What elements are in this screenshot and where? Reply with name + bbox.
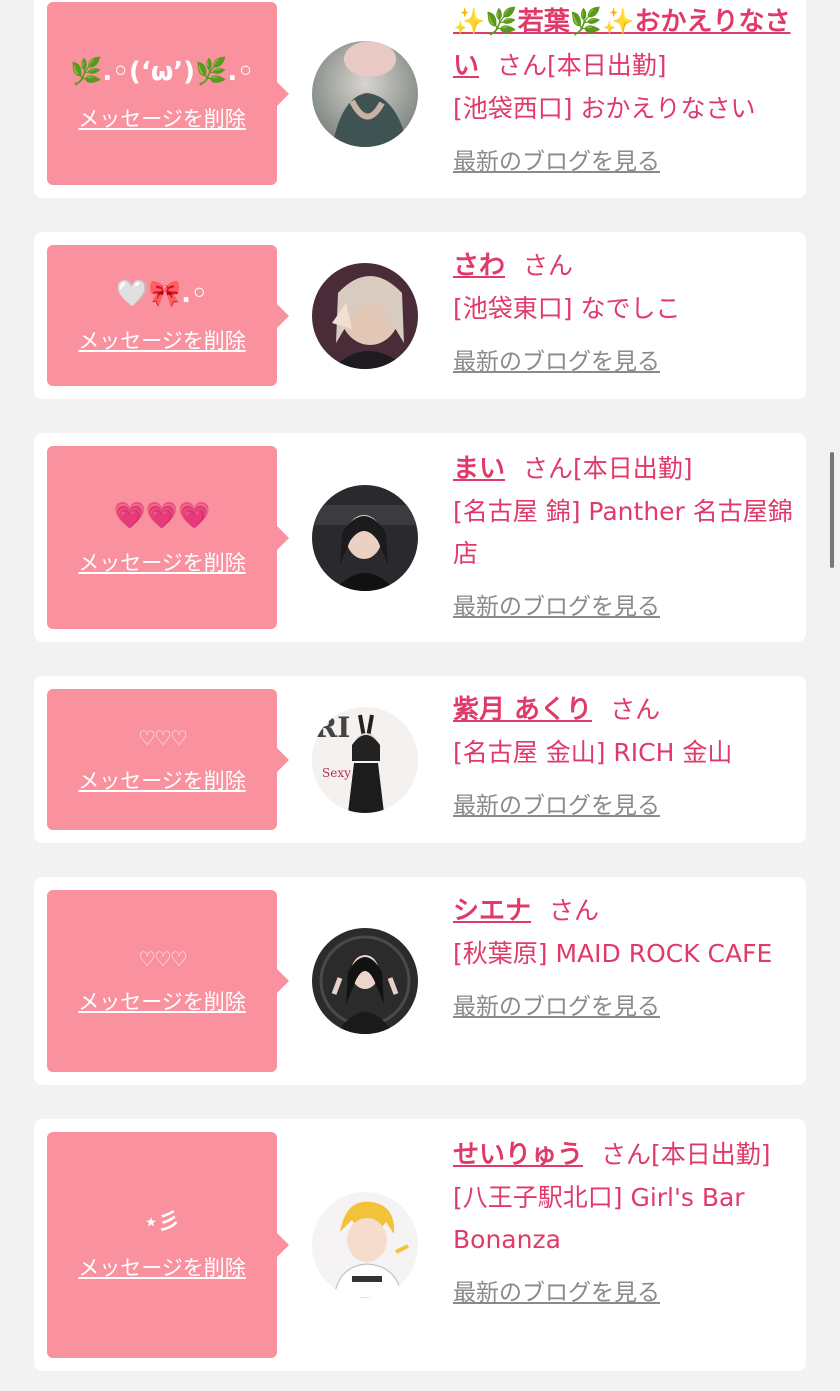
message-text: 💗💗💗 <box>113 500 211 531</box>
delete-message-link[interactable]: メッセージを削除 <box>78 103 246 133</box>
latest-blog-link[interactable]: 最新のブログを見る <box>453 786 660 820</box>
shop-name: [名古屋 錦] Panther 名古屋錦店 <box>453 497 793 568</box>
avatar[interactable]: RI Sexy <box>312 707 418 813</box>
status-badge: [本日出勤] <box>547 51 667 80</box>
cast-name-link[interactable]: まい <box>453 454 505 484</box>
message-bubble: 🌿.◦(ʻωʼ)🌿.◦ メッセージを削除 <box>47 2 289 185</box>
delete-message-link[interactable]: メッセージを削除 <box>78 765 246 795</box>
avatar[interactable] <box>312 1192 418 1298</box>
latest-blog-link[interactable]: 最新のブログを見る <box>453 342 660 376</box>
list-item: ⋆彡 メッセージを削除 せいりゅう さん[本日出勤] [八王子駅北口] Girl'… <box>34 1119 806 1371</box>
message-text: ⋆彡 <box>144 1210 180 1235</box>
list-item: ♡♡♡ メッセージを削除 シエナ さん [秋葉原] MAID ROCK CAFE … <box>34 877 806 1085</box>
message-bubble: ♡♡♡ メッセージを削除 <box>47 689 289 830</box>
message-text: 🌿.◦(ʻωʼ)🌿.◦ <box>70 56 254 87</box>
shop-name: [八王子駅北口] Girl's Bar Bonanza <box>453 1183 745 1254</box>
honorific: さん <box>601 1140 652 1169</box>
status-badge: [本日出勤] <box>573 454 693 483</box>
shop-name: [池袋西口] おかえりなさい <box>453 94 756 123</box>
cast-info: シエナ さん [秋葉原] MAID ROCK CAFE 最新のブログを見る <box>453 889 793 1021</box>
latest-blog-link[interactable]: 最新のブログを見る <box>453 1273 660 1307</box>
cast-info: せいりゅう さん[本日出勤] [八王子駅北口] Girl's Bar Bonanz… <box>453 1133 793 1307</box>
honorific: さん <box>523 454 574 483</box>
svg-text:Sexy: Sexy <box>322 766 351 780</box>
shop-name: [名古屋 金山] RICH 金山 <box>453 738 733 767</box>
avatar[interactable] <box>312 263 418 369</box>
shop-name: [池袋東口] なでしこ <box>453 294 681 323</box>
avatar[interactable] <box>312 928 418 1034</box>
message-text: ♡♡♡ <box>138 947 188 971</box>
message-bubble: ⋆彡 メッセージを削除 <box>47 1132 289 1358</box>
cast-name-link[interactable]: シエナ <box>453 896 531 926</box>
list-item: 💗💗💗 メッセージを削除 まい さん[本日出勤] [名古屋 錦] Panther … <box>34 433 806 642</box>
cast-info: まい さん[本日出勤] [名古屋 錦] Panther 名古屋錦店 最新のブログを… <box>453 447 793 621</box>
cast-info: さわ さん [池袋東口] なでしこ 最新のブログを見る <box>453 244 793 376</box>
avatar[interactable] <box>312 41 418 147</box>
latest-blog-link[interactable]: 最新のブログを見る <box>453 587 660 621</box>
message-bubble: ♡♡♡ メッセージを削除 <box>47 890 289 1072</box>
message-bubble: 💗💗💗 メッセージを削除 <box>47 446 289 629</box>
list-item: ♡♡♡ メッセージを削除 RI Sexy 紫月 あくり さん [名古屋 金山] R… <box>34 676 806 843</box>
honorific: さん <box>610 695 661 724</box>
shop-name: [秋葉原] MAID ROCK CAFE <box>453 939 773 968</box>
list-item: 🤍🎀.◦ メッセージを削除 さわ さん [池袋東口] なでしこ 最新のブログを見る <box>34 232 806 399</box>
message-list: 🌿.◦(ʻωʼ)🌿.◦ メッセージを削除 ✨🌿若葉🌿✨おかえりなさい さん[本日出… <box>0 0 840 1391</box>
message-text: ♡♡♡ <box>138 725 188 750</box>
delete-message-link[interactable]: メッセージを削除 <box>78 1252 246 1282</box>
delete-message-link[interactable]: メッセージを削除 <box>78 325 246 355</box>
honorific: さん <box>523 251 574 280</box>
cast-name-link[interactable]: 紫月 あくり <box>453 695 592 725</box>
delete-message-link[interactable]: メッセージを削除 <box>78 547 246 577</box>
honorific: さん <box>549 896 600 925</box>
list-item: 🌿.◦(ʻωʼ)🌿.◦ メッセージを削除 ✨🌿若葉🌿✨おかえりなさい さん[本日出… <box>34 0 806 198</box>
latest-blog-link[interactable]: 最新のブログを見る <box>453 142 660 176</box>
scrollbar[interactable] <box>830 452 834 568</box>
cast-name-link[interactable]: さわ <box>453 251 505 281</box>
message-text: 🤍🎀.◦ <box>116 278 208 309</box>
delete-message-link[interactable]: メッセージを削除 <box>78 986 246 1016</box>
honorific: さん <box>497 51 548 80</box>
message-bubble: 🤍🎀.◦ メッセージを削除 <box>47 245 289 386</box>
latest-blog-link[interactable]: 最新のブログを見る <box>453 987 660 1021</box>
cast-info: ✨🌿若葉🌿✨おかえりなさい さん[本日出勤] [池袋西口] おかえりなさい 最新の… <box>453 0 793 176</box>
avatar[interactable] <box>312 485 418 591</box>
cast-info: 紫月 あくり さん [名古屋 金山] RICH 金山 最新のブログを見る <box>453 688 793 820</box>
status-badge: [本日出勤] <box>651 1140 771 1169</box>
cast-name-link[interactable]: せいりゅう <box>453 1140 583 1170</box>
svg-text:RI: RI <box>314 711 350 744</box>
